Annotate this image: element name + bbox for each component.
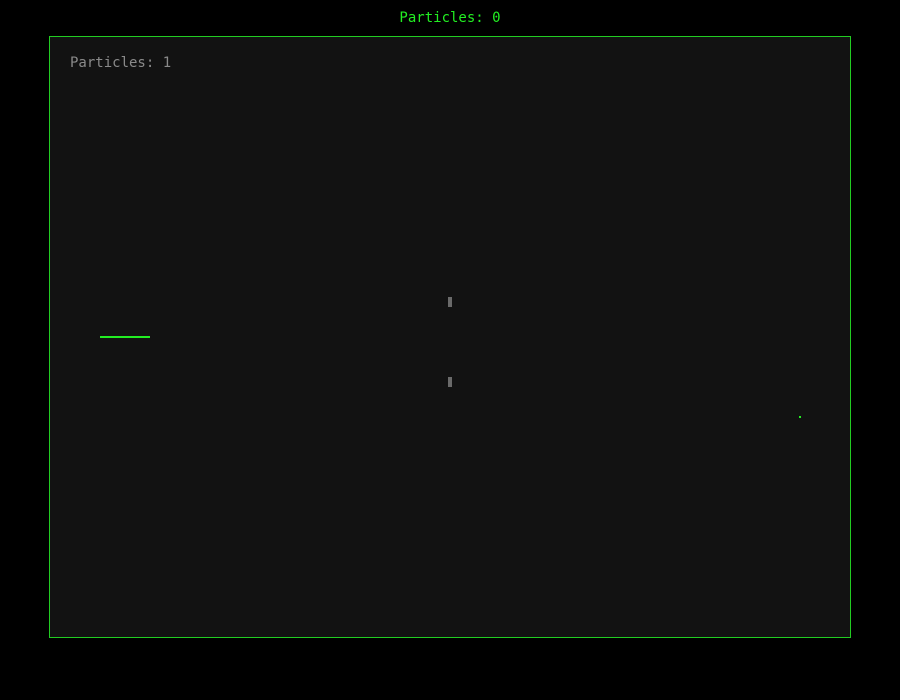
arena-particle-counter: Particles: 1 (70, 55, 172, 71)
center-marker-bottom (448, 377, 452, 387)
game-arena[interactable]: Particles: 1 (49, 36, 851, 638)
player-paddle (100, 336, 150, 338)
center-marker-top (448, 297, 452, 307)
top-particle-counter: Particles: 0 (399, 10, 501, 26)
particle (799, 416, 801, 418)
